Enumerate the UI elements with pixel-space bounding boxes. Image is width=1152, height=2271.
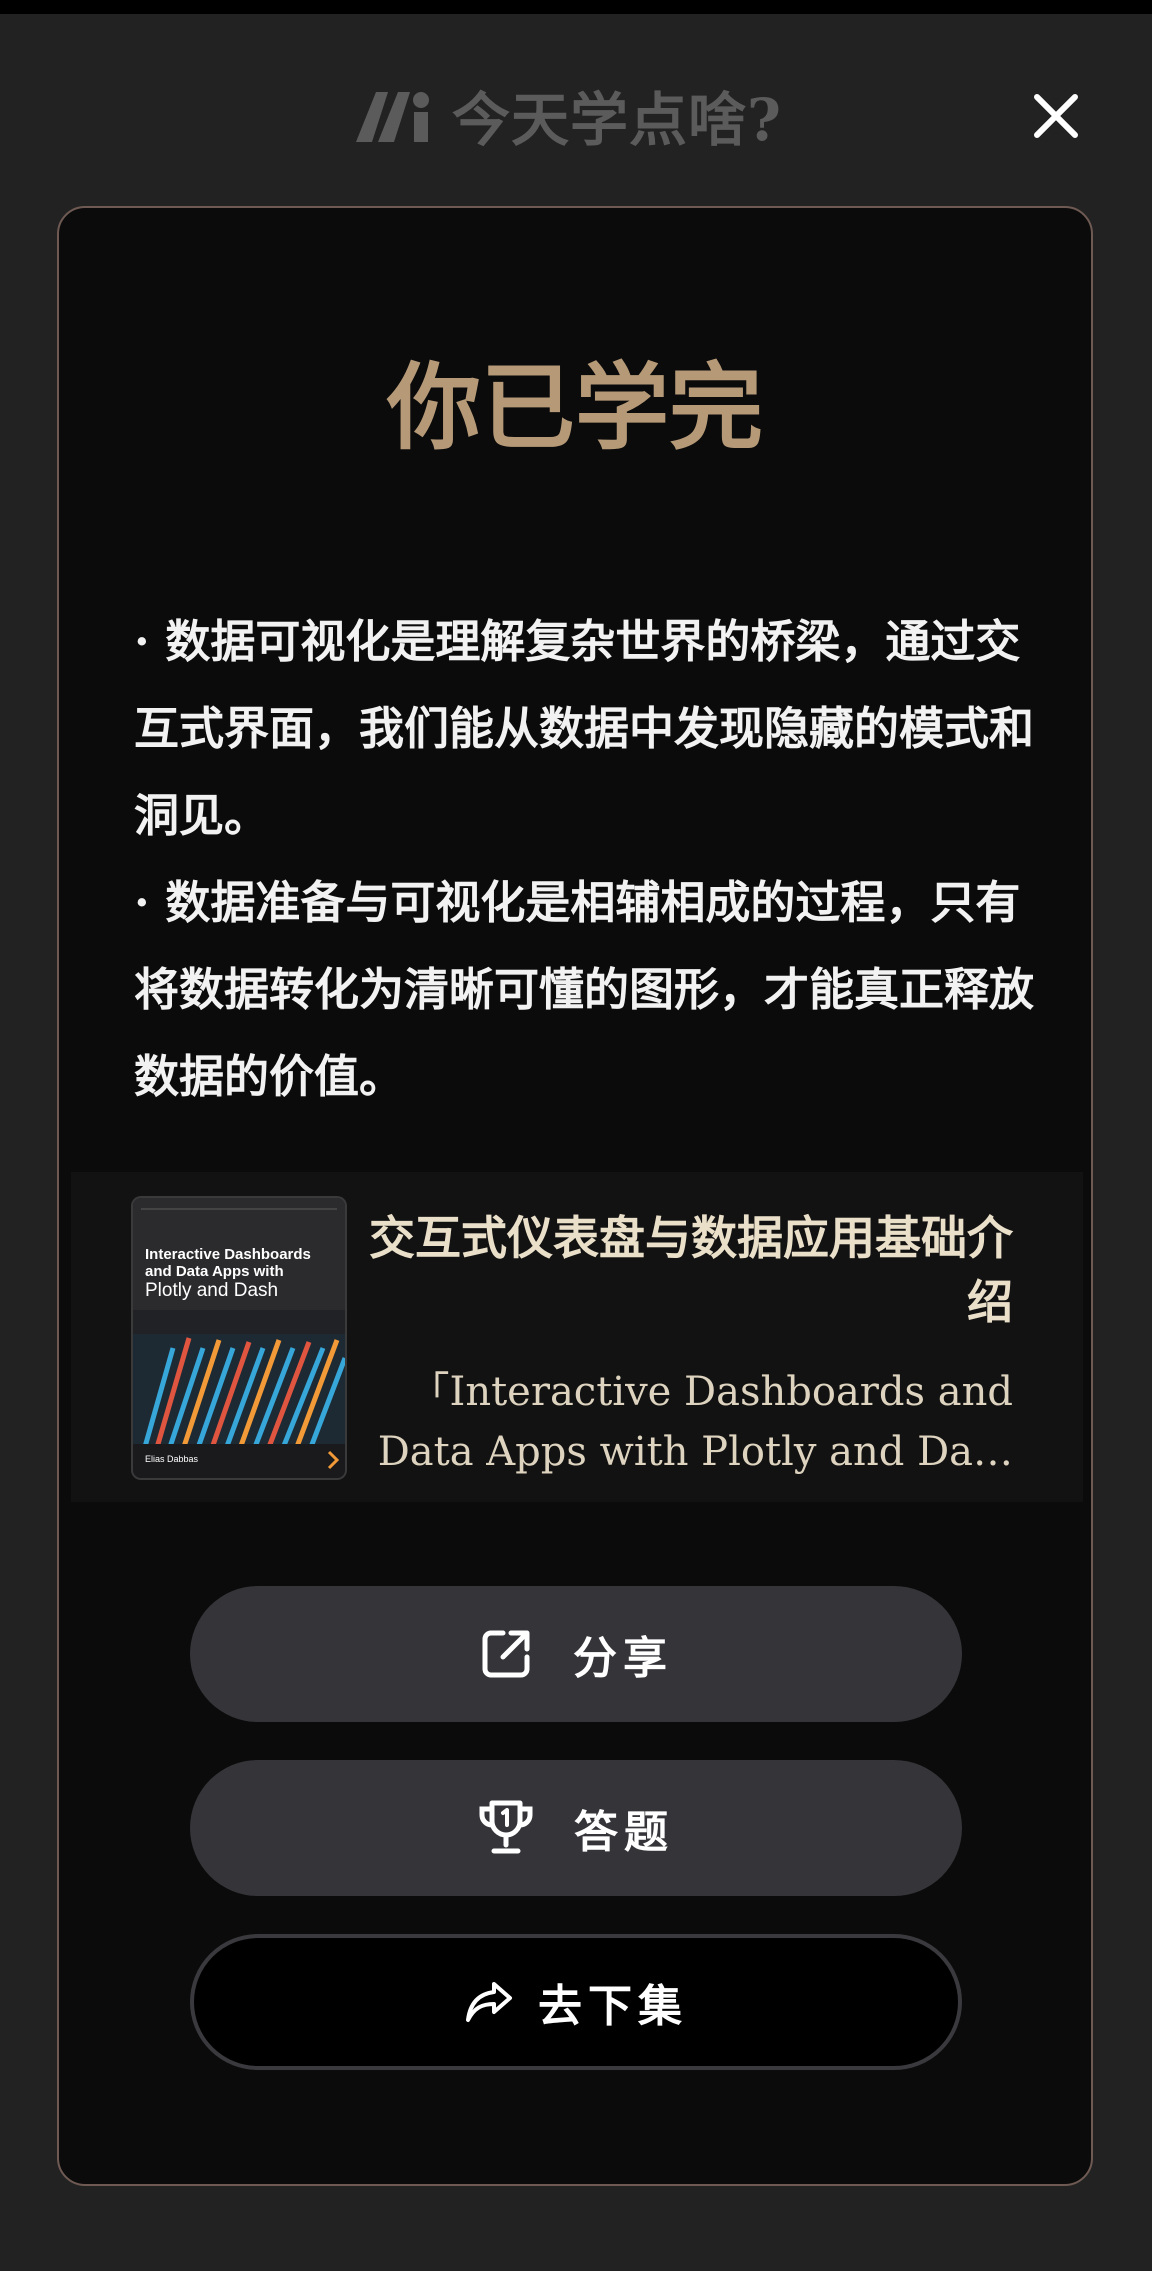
cover-title: Interactive Dashboards and Data Apps wit… [145, 1246, 311, 1280]
summary-point-1: · 数据可视化是理解复杂世界的桥梁，通过交互式界面，我们能从数据中发现隐藏的模式… [134, 615, 1035, 842]
trophy-icon [479, 1800, 533, 1854]
close-icon [1034, 94, 1078, 138]
close-button[interactable] [1030, 90, 1082, 142]
book-cover-image: Interactive Dashboards and Data Apps wit… [133, 1198, 345, 1478]
book-card[interactable]: Interactive Dashboards and Data Apps wit… [71, 1172, 1083, 1502]
summary-text: · 数据可视化是理解复杂世界的桥梁，通过交互式界面，我们能从数据中发现隐藏的模式… [134, 598, 1034, 1120]
quiz-button[interactable]: 答题 [190, 1760, 962, 1896]
next-episode-label: 去下集 [538, 1981, 688, 2032]
forward-arrow-icon [466, 1982, 512, 2022]
book-subtitle: 「Interactive Dashboards and Data Apps wi… [377, 1369, 1013, 1475]
share-external-icon [482, 1630, 530, 1678]
quiz-label: 答题 [574, 1807, 674, 1858]
share-button[interactable]: 分享 [190, 1586, 962, 1722]
brand-title: 今天学点啥? [452, 86, 782, 154]
brand: 今天学点啥? [352, 80, 782, 154]
summary-point-2: · 数据准备与可视化是相辅相成的过程，只有将数据转化为清晰可懂的图形，才能真正释… [134, 876, 1035, 1103]
completion-title: 你已学完 [386, 353, 763, 463]
next-episode-button[interactable]: 去下集 [190, 1934, 962, 2070]
completion-card: 你已学完 · 数据可视化是理解复杂世界的桥梁，通过交互式界面，我们能从数据中发现… [57, 206, 1093, 2186]
cover-author: Elias Dabbas [145, 1454, 199, 1464]
brand-logo-icon [352, 86, 438, 144]
status-bar [0, 0, 1152, 14]
header: 今天学点啥? [0, 60, 1152, 160]
cover-subtitle: Plotly and Dash [145, 1280, 279, 1301]
share-label: 分享 [573, 1633, 673, 1684]
book-title: 交互式仪表盘与数据应用基础介绍 [369, 1211, 1013, 1329]
